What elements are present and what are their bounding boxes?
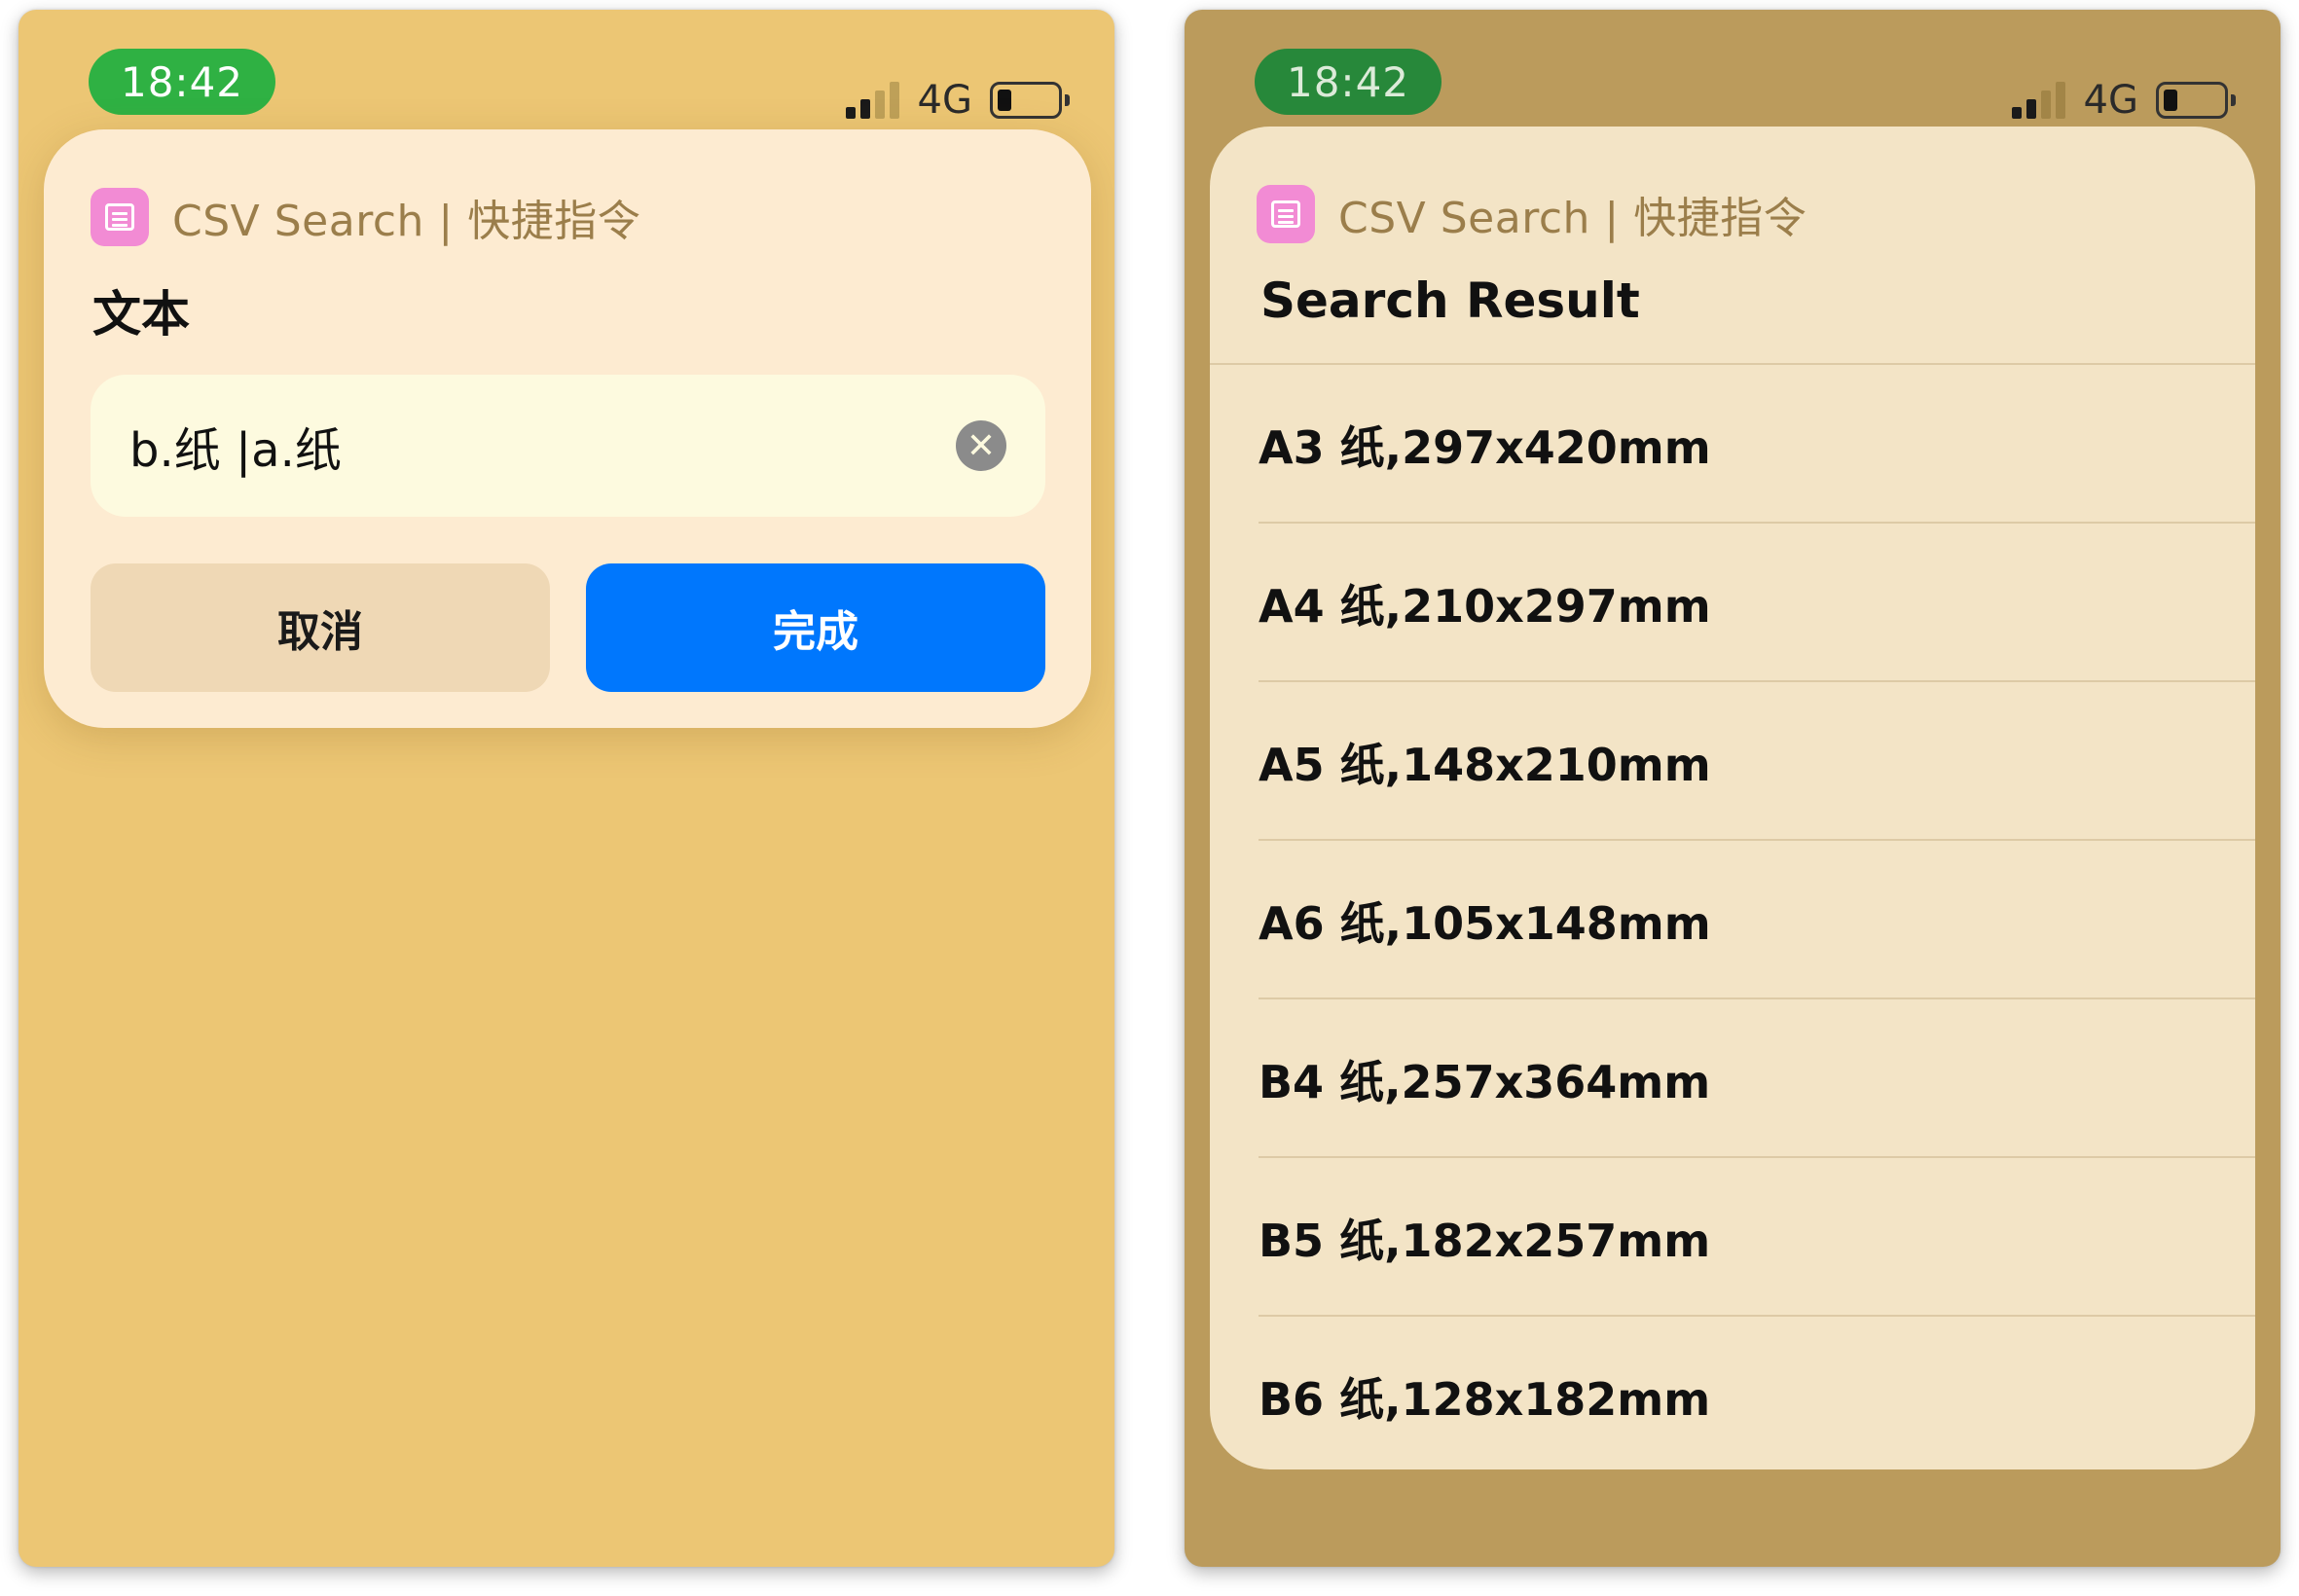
list-item[interactable]: A3 纸,297x420mm (1210, 365, 2255, 524)
status-bar-right: 4G (845, 74, 1070, 123)
app-icon (1257, 185, 1315, 243)
status-bar-right: 4G (2011, 74, 2236, 123)
list-item[interactable]: A4 纸,210x297mm (1210, 524, 2255, 682)
result-header: CSV Search | 快捷指令 (1257, 183, 1806, 245)
text-input-value: b.纸 |a.纸 (129, 423, 342, 478)
done-button[interactable]: 完成 (586, 563, 1045, 692)
cancel-button[interactable]: 取消 (91, 563, 550, 692)
network-type: 4G (917, 78, 972, 123)
phone-screen-input: 18:42 4G CSV Search | 快捷指令 文本 b.纸 |a.纸 ✕… (18, 10, 1114, 1567)
list-item[interactable]: A5 纸,148x210mm (1210, 682, 2255, 841)
list-item[interactable]: B6 纸,128x182mm (1210, 1317, 2255, 1475)
dialog-header: CSV Search | 快捷指令 (91, 186, 640, 248)
app-name: CSV Search | 快捷指令 (1338, 194, 1807, 243)
app-icon (91, 188, 149, 246)
list-item-text: A6 纸,105x148mm (1259, 896, 1711, 950)
result-list: A3 纸,297x420mm A4 纸,210x297mm A5 纸,148x2… (1210, 365, 2255, 1475)
signal-icon (845, 82, 902, 119)
list-item-text: B4 纸,257x364mm (1259, 1055, 1711, 1108)
result-title: Search Result (1260, 272, 1640, 329)
status-time: 18:42 (89, 49, 275, 115)
result-sheet: CSV Search | 快捷指令 Search Result A3 纸,297… (1210, 127, 2255, 1469)
prompt-label: 文本 (92, 286, 190, 343)
list-item-text: A5 纸,148x210mm (1259, 738, 1711, 791)
list-item-text: A4 纸,210x297mm (1259, 579, 1711, 633)
list-item-text: A3 纸,297x420mm (1259, 420, 1711, 474)
app-name: CSV Search | 快捷指令 (172, 197, 641, 246)
text-input[interactable]: b.纸 |a.纸 ✕ (91, 375, 1045, 517)
status-time: 18:42 (1255, 49, 1441, 115)
network-type: 4G (2083, 78, 2138, 123)
list-item[interactable]: A6 纸,105x148mm (1210, 841, 2255, 999)
phone-screen-results: 18:42 4G CSV Search | 快捷指令 Search Result… (1185, 10, 2281, 1567)
clear-icon[interactable]: ✕ (956, 420, 1006, 471)
list-item[interactable]: B5 纸,182x257mm (1210, 1158, 2255, 1317)
battery-icon (990, 82, 1070, 119)
signal-icon (2011, 82, 2068, 119)
battery-icon (2156, 82, 2236, 119)
input-dialog: CSV Search | 快捷指令 文本 b.纸 |a.纸 ✕ 取消 完成 (44, 129, 1091, 728)
list-item-text: B5 纸,182x257mm (1259, 1214, 1711, 1267)
list-item-text: B6 纸,128x182mm (1259, 1372, 1711, 1426)
list-item[interactable]: B4 纸,257x364mm (1210, 999, 2255, 1158)
